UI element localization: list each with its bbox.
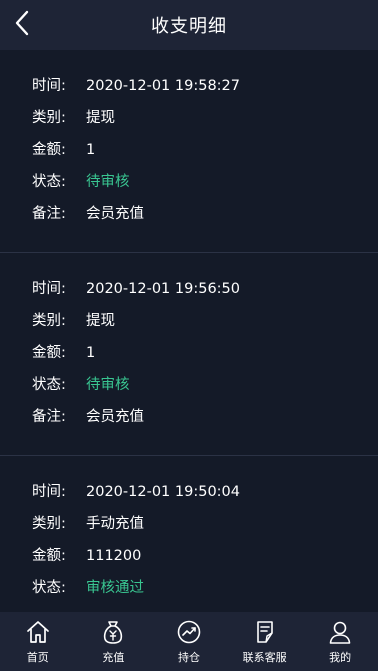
time-row: 时间: 2020-12-01 19:50:04 bbox=[32, 480, 378, 512]
amount-value: 1 bbox=[86, 345, 96, 361]
time-value: 2020-12-01 19:50:04 bbox=[86, 484, 240, 500]
time-label: 时间: bbox=[32, 78, 66, 94]
note-value: 会员充值 bbox=[86, 409, 144, 425]
tab-label: 我的 bbox=[329, 651, 352, 664]
type-value: 提现 bbox=[86, 110, 115, 126]
status-row: 状态: 审核通过 bbox=[32, 576, 378, 608]
time-value: 2020-12-01 19:56:50 bbox=[86, 281, 240, 297]
amount-row: 金额: 111200 bbox=[32, 544, 378, 576]
note-row: 备注: 会员充值 bbox=[32, 405, 378, 437]
status-label: 状态: bbox=[32, 174, 66, 190]
home-icon bbox=[24, 618, 52, 646]
amount-label: 金额: bbox=[32, 345, 66, 361]
amount-row: 金额: 1 bbox=[32, 138, 378, 170]
tab-label: 充值 bbox=[102, 651, 125, 664]
type-label: 类别: bbox=[32, 516, 66, 532]
user-icon bbox=[326, 618, 354, 646]
type-row: 类别: 手动充值 bbox=[32, 512, 378, 544]
document-edit-icon bbox=[251, 618, 279, 646]
time-row: 时间: 2020-12-01 19:58:27 bbox=[32, 74, 378, 106]
chevron-left-icon bbox=[14, 10, 30, 40]
tab-profile[interactable]: 我的 bbox=[302, 612, 378, 671]
page-title: 收支明细 bbox=[151, 16, 227, 37]
tab-label: 联系客服 bbox=[242, 651, 287, 664]
amount-label: 金额: bbox=[32, 548, 66, 564]
type-label: 类别: bbox=[32, 110, 66, 126]
app-root: 收支明细 时间: 2020-12-01 19:58:27 类别: 提现 金额: … bbox=[0, 0, 378, 671]
status-row: 状态: 待审核 bbox=[32, 170, 378, 202]
type-row: 类别: 提现 bbox=[32, 106, 378, 138]
time-label: 时间: bbox=[32, 484, 66, 500]
type-value: 手动充值 bbox=[86, 516, 144, 532]
status-label: 状态: bbox=[32, 377, 66, 393]
trend-chart-icon bbox=[175, 618, 203, 646]
status-value: 待审核 bbox=[86, 174, 130, 190]
header-bar: 收支明细 bbox=[0, 0, 378, 50]
type-label: 类别: bbox=[32, 313, 66, 329]
time-label: 时间: bbox=[32, 281, 66, 297]
note-label: 备注: bbox=[32, 206, 66, 222]
note-row: 备注: 会员充值 bbox=[32, 202, 378, 234]
record-item: 时间: 2020-12-01 19:56:50 类别: 提现 金额: 1 状态:… bbox=[0, 253, 378, 456]
note-value: 会员充值 bbox=[86, 206, 144, 222]
time-row: 时间: 2020-12-01 19:56:50 bbox=[32, 277, 378, 309]
amount-label: 金额: bbox=[32, 142, 66, 158]
money-bag-icon bbox=[99, 618, 127, 646]
status-value: 待审核 bbox=[86, 377, 130, 393]
status-label: 状态: bbox=[32, 580, 66, 596]
tab-label: 持仓 bbox=[177, 651, 200, 664]
amount-value: 111200 bbox=[86, 548, 142, 564]
status-value: 审核通过 bbox=[86, 580, 144, 596]
tab-positions[interactable]: 持仓 bbox=[151, 612, 227, 671]
amount-row: 金额: 1 bbox=[32, 341, 378, 373]
type-value: 提现 bbox=[86, 313, 115, 329]
note-label: 备注: bbox=[32, 409, 66, 425]
record-item: 时间: 2020-12-01 19:50:04 类别: 手动充值 金额: 111… bbox=[0, 456, 378, 612]
status-row: 状态: 待审核 bbox=[32, 373, 378, 405]
type-row: 类别: 提现 bbox=[32, 309, 378, 341]
tab-home[interactable]: 首页 bbox=[0, 612, 76, 671]
tab-label: 首页 bbox=[26, 651, 49, 664]
bottom-tab-bar: 首页 充值 持仓 联系客服 我的 bbox=[0, 612, 378, 671]
record-item: 时间: 2020-12-01 19:58:27 类别: 提现 金额: 1 状态:… bbox=[0, 50, 378, 253]
time-value: 2020-12-01 19:58:27 bbox=[86, 78, 240, 94]
record-list[interactable]: 时间: 2020-12-01 19:58:27 类别: 提现 金额: 1 状态:… bbox=[0, 50, 378, 612]
amount-value: 1 bbox=[86, 142, 96, 158]
back-button[interactable] bbox=[8, 10, 36, 40]
tab-recharge[interactable]: 充值 bbox=[76, 612, 152, 671]
tab-customer-service[interactable]: 联系客服 bbox=[227, 612, 303, 671]
